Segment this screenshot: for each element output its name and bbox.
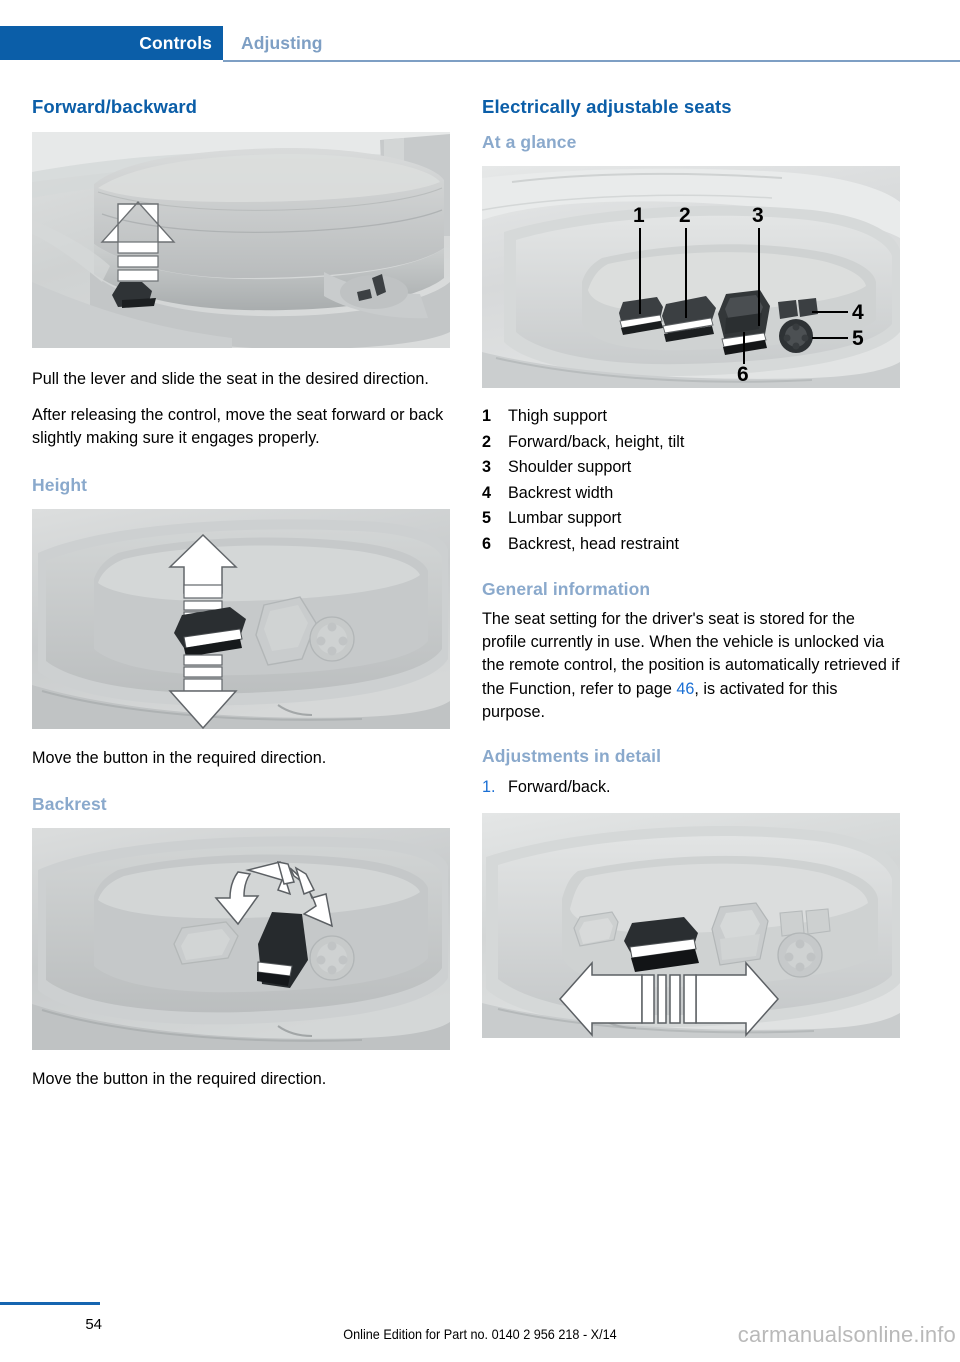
legend-item: 5 Lumbar support [482,506,900,532]
svg-text:1: 1 [633,204,645,227]
page-header: Controls Adjusting [0,26,960,60]
manual-page: Controls Adjusting Forward/backward Pull… [0,0,960,1362]
legend-label: Lumbar support [508,509,622,527]
watermark-text: carmanualsonline.info [737,1322,956,1347]
legend-label: Forward/back, height, tilt [508,432,685,451]
paragraph-after-releasing: After releasing the control, move the se… [32,406,444,448]
tab-adjusting[interactable]: Adjusting [241,26,323,60]
paragraph-general-information: The seat setting for the driver's seat i… [482,608,900,724]
footer-rule [0,1302,100,1305]
legend-label: Backrest, head restraint [508,534,679,553]
legend-number: 4 [482,483,492,502]
caption-move-button-backrest: Move the button in the required directio… [32,1069,327,1088]
page-reference-link[interactable]: 46 [676,680,694,698]
legend-item: 4 Backrest width [482,481,900,507]
section-title-electrically-adjustable-seats: Electrically adjustable seats [482,96,732,117]
figure-backrest-tilt [32,827,450,1050]
legend-label: Backrest width [508,483,614,502]
figure-forward-back-adjustment [482,813,900,1039]
legend-number: 3 [482,458,492,476]
section-title-backrest: Backrest [32,793,107,814]
left-column: Forward/backward Pull the lever and slid… [32,96,450,1091]
section-title-forward-backward: Forward/backward [32,96,198,117]
step-label: Forward/back. [508,778,611,797]
svg-text:3: 3 [752,204,764,227]
subsection-title-general-information: General information [482,579,651,599]
legend-item: 3 Shoulder support [482,455,900,481]
figure-seat-forward-backward [32,132,450,348]
adjustment-steps: 1. Forward/back. [482,775,900,800]
section-title-height: Height [32,474,88,495]
svg-text:2: 2 [679,204,691,227]
right-column: Electrically adjustable seats At a glanc… [482,96,900,1039]
figure-seat-control-overview: 1 2 3 4 5 6 [482,166,900,388]
legend-number: 1 [482,407,492,425]
legend-item: 1 Thigh support [482,404,900,430]
svg-text:5: 5 [852,327,864,350]
svg-text:4: 4 [852,301,864,324]
legend-number: 6 [482,534,492,553]
legend-number: 2 [482,432,492,451]
caption-move-button-height: Move the button in the required directio… [32,748,327,767]
header-divider [223,60,960,62]
legend-label: Shoulder support [508,458,632,476]
tab-controls[interactable]: Controls [0,26,223,60]
list-item: 1. Forward/back. [482,775,900,800]
legend-label: Thigh support [508,407,607,425]
paragraph-pull-lever: Pull the lever and slide the seat in the… [32,370,429,388]
legend-number: 5 [482,509,492,527]
legend-item: 2 Forward/back, height, tilt [482,430,900,456]
subsection-title-adjustments-in-detail: Adjustments in detail [482,746,662,767]
legend-item: 6 Backrest, head restraint [482,532,900,558]
subsection-title-at-a-glance: At a glance [482,132,577,152]
figure-seat-height [32,508,450,729]
callout-legend: 1 Thigh support 2 Forward/back, height, … [482,404,900,557]
svg-text:6: 6 [737,363,749,386]
step-number: 1. [482,778,496,797]
